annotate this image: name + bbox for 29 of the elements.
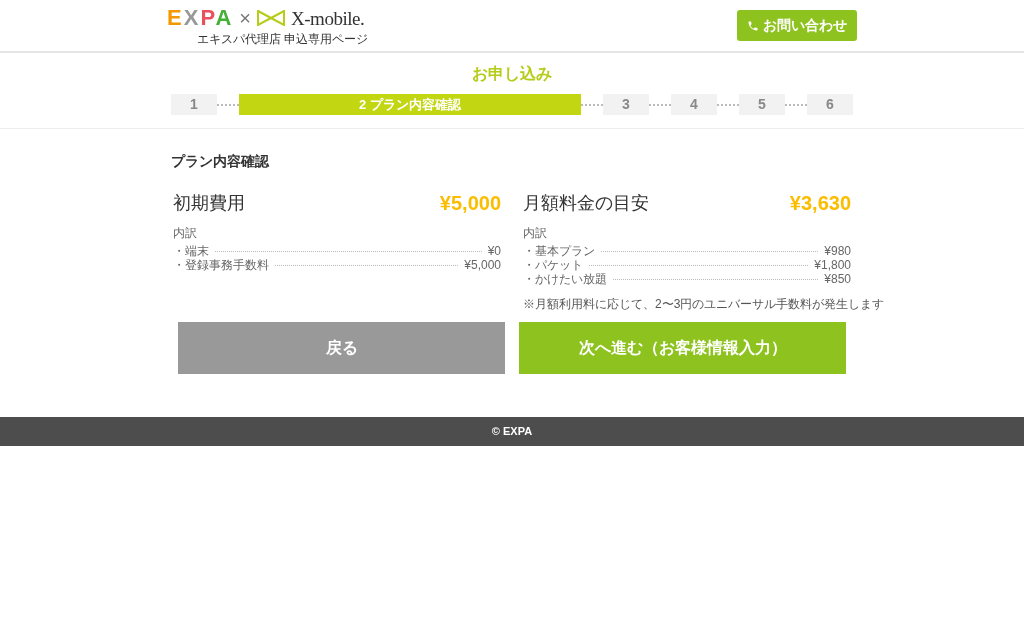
cost-amount: ¥3,630 (789, 191, 851, 216)
item-price: ¥1,800 (814, 258, 851, 272)
brand-logo: EXPA (167, 7, 234, 29)
item-price: ¥980 (824, 244, 851, 258)
item-name: ・登録事務手数料 (173, 258, 269, 272)
phone-icon (747, 19, 759, 32)
item-name: ・基本プラン (523, 244, 595, 258)
breakdown-label: 内訳 (173, 226, 197, 240)
next-button[interactable]: 次へ進む（お客様情報入力） (519, 322, 846, 374)
fee-note: ※月額利用料に応じて、2〜3円のユニバーサル手数料が発生します (523, 296, 885, 312)
item-price: ¥850 (824, 272, 851, 286)
item-price: ¥0 (487, 244, 501, 258)
back-button[interactable]: 戻る (178, 322, 505, 374)
section-title: プラン内容確認 (171, 152, 270, 171)
item-name: ・パケット (523, 258, 583, 272)
ribbon-logo-icon (257, 10, 285, 26)
page-title: お申し込み (471, 64, 553, 84)
contact-button[interactable]: お問い合わせ (737, 10, 857, 41)
cost-title: 初期費用 (173, 191, 245, 215)
breakdown-label: 内訳 (523, 226, 547, 240)
item-price: ¥5,000 (464, 258, 501, 272)
times-sign: × (239, 8, 251, 28)
item-name: ・端末 (173, 244, 209, 258)
cost-title: 月額料金の目安 (523, 191, 649, 215)
logo-subtitle: エキスパ代理店 申込専用ページ (197, 32, 369, 46)
partner-logo: X-mobile. (291, 8, 365, 28)
cost-amount: ¥5,000 (439, 191, 501, 216)
copyright-text: © EXPA (491, 424, 533, 440)
item-name: ・かけたい放題 (523, 272, 607, 286)
